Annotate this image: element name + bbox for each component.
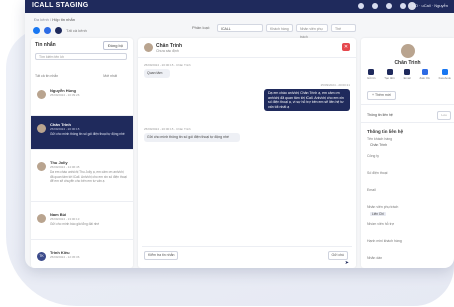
icall-icon[interactable] bbox=[55, 27, 62, 34]
message-bubble-in: Quan tâm bbox=[144, 69, 170, 78]
conv-preview: Da em chào anh/chị Thu Joliy ạ, em cảm ơ… bbox=[50, 170, 127, 183]
field-label: Email bbox=[367, 188, 376, 192]
order-icon bbox=[386, 69, 393, 75]
avatar bbox=[37, 214, 46, 223]
inbox-panel: Tin nhắn Đồng bộ Tìm kiếm tên kh Tất cả … bbox=[31, 38, 133, 268]
list-item[interactable]: Chân Trinh 25/09/2024 - 20:00:15 Gửi cho… bbox=[31, 116, 133, 150]
topbar-icons bbox=[358, 3, 406, 9]
message-meta: 25/09/2024 - 20:00:15 - Chân Trinh bbox=[144, 127, 191, 131]
info-icon[interactable] bbox=[400, 3, 406, 9]
message-bubble-out: Dạ em chào anh/chị Chân Trinh ạ, em cảm … bbox=[264, 89, 350, 111]
search-input[interactable]: Tìm kiếm tên kh bbox=[35, 53, 127, 60]
message-bubble-in: Gửi cho mình thông tin số gói điện thoại… bbox=[144, 133, 240, 142]
chat-contact-status: Chưa xác định bbox=[156, 49, 179, 53]
conv-date: 25/09/2024 - 12:45:36 bbox=[50, 255, 80, 259]
all-channels-label[interactable]: Tất cả kênh bbox=[66, 28, 87, 33]
chat-panel: Chân Trinh Chưa xác định ✕ 25/09/2024 - … bbox=[138, 38, 356, 268]
sync-button[interactable]: Đồng bộ bbox=[102, 41, 128, 50]
action-label: Tạo đơn bbox=[384, 76, 395, 80]
avatar bbox=[144, 43, 153, 52]
breadcrumb-current: Hộp tin nhắn bbox=[52, 17, 75, 22]
check-message-button[interactable]: Kiểm tra tin nhắn bbox=[144, 251, 179, 260]
email-icon bbox=[404, 69, 411, 75]
field-label: Hạnh mini khách hàng bbox=[367, 239, 402, 243]
app-brand: ICALL STAGING bbox=[32, 2, 89, 9]
app-window: ICALL STAGING NO · uCall · Nguyễn Đa kên… bbox=[25, 0, 454, 268]
top-bar: ICALL STAGING NO · uCall · Nguyễn bbox=[25, 0, 454, 13]
inbox-title: Tin nhắn bbox=[35, 42, 56, 48]
contact-actions: Gửi tin Tạo đơn Email Zalo OA Facebook bbox=[367, 69, 451, 80]
list-item[interactable]: Thu Joliy 25/09/2024 - 14:06:45 Da em ch… bbox=[31, 154, 133, 202]
delete-icon[interactable]: ✕ bbox=[342, 43, 350, 51]
add-button[interactable]: + Thêm mới bbox=[367, 91, 396, 100]
action-label: Email bbox=[403, 76, 411, 80]
avatar bbox=[37, 124, 46, 133]
tag-select[interactable]: Thẻ bbox=[331, 24, 356, 32]
avatar bbox=[401, 44, 415, 58]
conv-date: 25/09/2024 - 13:00:13 bbox=[50, 217, 80, 221]
field-label: Công ty bbox=[367, 154, 380, 158]
field-value[interactable]: Chân Trinh bbox=[370, 143, 387, 147]
conv-date: 25/09/2024 - 20:00:15 bbox=[50, 127, 80, 131]
breadcrumb: Đa kênh / Hộp tin nhắn bbox=[34, 17, 75, 22]
channel-filter: Tất cả kênh bbox=[33, 27, 87, 34]
save-button[interactable]: Lưu bbox=[437, 111, 451, 120]
send-message-action[interactable]: Gửi tin bbox=[367, 69, 375, 80]
headset-icon[interactable] bbox=[372, 3, 378, 9]
divider bbox=[138, 57, 356, 58]
action-label: Gửi tin bbox=[367, 76, 376, 80]
list-item[interactable]: TK Trinh Kiều 25/09/2024 - 12:45:36 bbox=[31, 244, 133, 268]
list-item[interactable]: Nam Bùi 25/09/2024 - 13:00:13 Gửi cho mì… bbox=[31, 206, 133, 240]
filter-sort[interactable]: Mới nhất bbox=[103, 74, 117, 78]
facebook-icon[interactable] bbox=[33, 27, 40, 34]
phone-icon[interactable] bbox=[358, 3, 364, 9]
inbox-filter[interactable]: Tất cả tin nhắn Mới nhất bbox=[35, 74, 129, 78]
conv-date: 25/09/2024 - 14:06:45 bbox=[50, 165, 80, 169]
filter-all[interactable]: Tất cả tin nhắn bbox=[35, 74, 58, 78]
chat-filters: Phân loại: ICALL Khách hàng Nhân viên ph… bbox=[138, 24, 356, 39]
tab-contact-info[interactable]: Thông tin liên hệ bbox=[367, 113, 393, 117]
facebook-action[interactable]: Facebook bbox=[439, 69, 451, 80]
contact-name: Chân Trinh bbox=[394, 60, 421, 66]
section-title: Thông tin liên hệ bbox=[367, 129, 403, 134]
divider bbox=[361, 122, 454, 123]
message-meta: 25/09/2024 - 20:00:15 - Chân Trinh bbox=[144, 63, 191, 67]
conv-date: 25/09/2024 - 10:39:26 bbox=[50, 93, 80, 97]
action-label: Zalo OA bbox=[419, 76, 430, 80]
contact-panel: Chân Trinh Gửi tin Tạo đơn Email Zalo OA… bbox=[361, 38, 454, 268]
field-label: Tên khách hàng bbox=[367, 137, 393, 141]
facebook-icon bbox=[441, 69, 448, 75]
field-label: Nhóm viên hỗ trợ bbox=[367, 222, 395, 226]
add-button-label: Thêm mới bbox=[374, 93, 391, 97]
zalo-action[interactable]: Zalo OA bbox=[420, 69, 430, 80]
notification-icon[interactable] bbox=[386, 3, 392, 9]
list-item[interactable]: Nguyễn Hùng 25/09/2024 - 10:39:26 bbox=[31, 82, 133, 116]
divider bbox=[361, 104, 454, 105]
zalo-icon[interactable] bbox=[44, 27, 51, 34]
staff-chip[interactable]: Liên Chi bbox=[370, 212, 386, 216]
breadcrumb-home[interactable]: Đa kênh bbox=[34, 17, 49, 22]
action-label: Facebook bbox=[438, 76, 451, 80]
avatar: TK bbox=[37, 252, 46, 261]
share-button[interactable]: Gửi chú bbox=[327, 251, 348, 260]
message-icon bbox=[368, 69, 375, 75]
classify-label: Phân loại: bbox=[192, 25, 210, 30]
customer-select[interactable]: Khách hàng bbox=[266, 24, 293, 32]
create-order-action[interactable]: Tạo đơn bbox=[384, 69, 395, 80]
conv-preview: Gửi cho mình báo giá tổng đài nhé bbox=[50, 222, 100, 226]
avatar bbox=[37, 90, 46, 99]
channel-select[interactable]: ICALL bbox=[217, 24, 263, 32]
send-icon[interactable]: ➤ bbox=[345, 260, 349, 266]
staff-select[interactable]: Nhân viên phụ trách bbox=[296, 24, 328, 39]
avatar bbox=[37, 162, 46, 171]
zalo-icon bbox=[421, 69, 428, 75]
message-composer: Kiểm tra tin nhắn Gửi chú ➤ bbox=[142, 246, 352, 266]
field-label: Nhân viên phụ trách bbox=[367, 205, 399, 209]
email-action[interactable]: Email bbox=[404, 69, 411, 80]
message-meta: 25/09/2024 - 20:00:21 bbox=[320, 83, 350, 87]
user-name[interactable]: NO · uCall · Nguyễn bbox=[412, 3, 448, 8]
conv-preview: Gửi cho mình thông tin số gói điện thoại… bbox=[50, 132, 125, 136]
field-label: Nhãn dán bbox=[367, 256, 383, 260]
field-label: Số điện thoại bbox=[367, 171, 388, 175]
